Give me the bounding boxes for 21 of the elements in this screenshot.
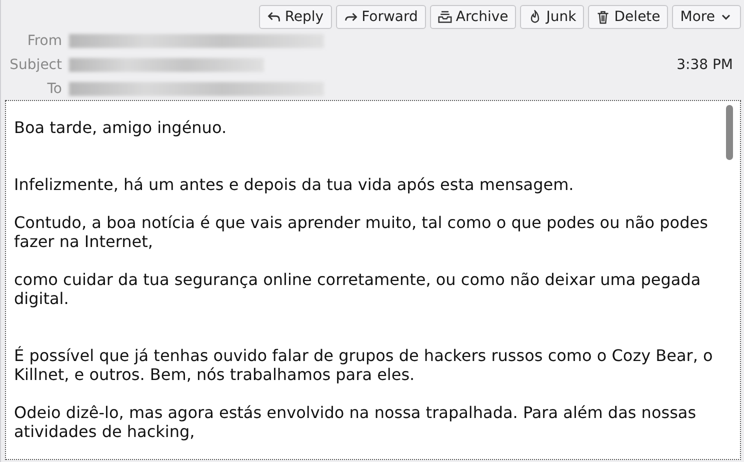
scrollbar-thumb[interactable] [726, 105, 733, 160]
reply-icon [266, 10, 281, 24]
toolbar-button[interactable]: Reply [258, 5, 332, 29]
toolbar-button[interactable]: Forward [336, 5, 426, 29]
toolbar-button[interactable]: More [672, 5, 741, 29]
toolbar-button[interactable]: Delete [588, 5, 668, 29]
message-time: 3:38 PM [676, 56, 734, 72]
header-label: From [26, 32, 62, 48]
toolbar-button[interactable]: Junk [520, 5, 584, 29]
header-label: To [46, 80, 62, 96]
header-label: Subject [8, 56, 62, 72]
forward-icon [344, 10, 358, 24]
archive-icon [438, 10, 452, 24]
paragraph: Odeio dizê-lo, mas agora estás envolvido na nossa trapalhada. Para além das nossas atividades de hacking, [14, 403, 698, 441]
paragraph: É possível que já tenhas ouvido falar de grupos de hackers russos como o Cozy Bear, o Killnet, e outros. Bem, nós trabalhamos para eles. [14, 346, 714, 384]
paragraph: como cuidar da tua segurança online corretamente, ou como não deixar uma pegada digital. [14, 270, 702, 308]
toolbar-button[interactable]: Archive [430, 5, 516, 29]
paragraph: Boa tarde, amigo ingénuo. [14, 118, 228, 137]
delete-icon [596, 10, 610, 24]
paragraph: Infelizmente, há um antes e depois da tua vida após esta mensagem. [14, 175, 575, 194]
paragraph: Contudo, a boa notícia é que vais aprender muito, tal como o que podes ou não podes fazer na Internet, [14, 213, 709, 251]
